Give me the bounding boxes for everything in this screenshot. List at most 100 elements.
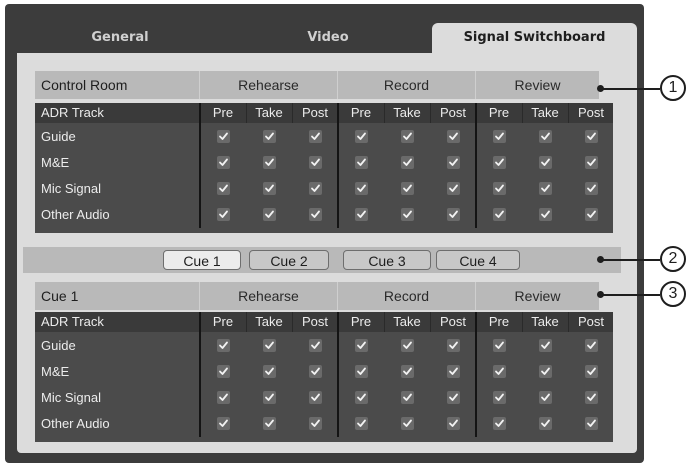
routing-checkbox[interactable] — [539, 339, 552, 352]
routing-checkbox[interactable] — [493, 391, 506, 404]
routing-checkbox[interactable] — [263, 365, 276, 378]
routing-checkbox[interactable] — [355, 417, 368, 430]
cue-2-button[interactable]: Cue 2 — [249, 250, 329, 270]
routing-checkbox[interactable] — [217, 130, 230, 143]
routing-checkbox[interactable] — [217, 208, 230, 221]
routing-checkbox[interactable] — [309, 417, 322, 430]
routing-checkbox[interactable] — [447, 391, 460, 404]
routing-checkbox[interactable] — [585, 365, 598, 378]
checkmark-icon — [265, 367, 274, 375]
routing-checkbox[interactable] — [217, 391, 230, 404]
column-post-header: Post — [439, 105, 466, 120]
column-take-header: Take — [393, 314, 421, 329]
routing-checkbox[interactable] — [585, 182, 598, 195]
routing-checkbox[interactable] — [447, 156, 460, 169]
routing-checkbox[interactable] — [539, 182, 552, 195]
routing-checkbox[interactable] — [447, 365, 460, 378]
routing-checkbox[interactable] — [493, 130, 506, 143]
routing-checkbox[interactable] — [355, 156, 368, 169]
routing-checkbox[interactable] — [585, 208, 598, 221]
tab-general[interactable]: General — [25, 23, 215, 53]
routing-checkbox[interactable] — [263, 417, 276, 430]
routing-checkbox[interactable] — [309, 365, 322, 378]
routing-checkbox[interactable] — [263, 391, 276, 404]
routing-checkbox[interactable] — [447, 182, 460, 195]
routing-checkbox[interactable] — [263, 130, 276, 143]
callout-2-line — [600, 259, 660, 261]
routing-checkbox[interactable] — [355, 391, 368, 404]
routing-checkbox[interactable] — [401, 391, 414, 404]
routing-checkbox[interactable] — [355, 130, 368, 143]
divider — [292, 103, 293, 123]
column-post-header: Post — [439, 314, 466, 329]
routing-checkbox[interactable] — [539, 365, 552, 378]
routing-checkbox[interactable] — [355, 208, 368, 221]
routing-checkbox[interactable] — [539, 208, 552, 221]
checkmark-icon — [403, 184, 412, 192]
routing-checkbox[interactable] — [217, 339, 230, 352]
routing-checkbox[interactable] — [585, 339, 598, 352]
routing-checkbox[interactable] — [309, 391, 322, 404]
routing-checkbox[interactable] — [401, 417, 414, 430]
routing-checkbox[interactable] — [217, 365, 230, 378]
routing-checkbox[interactable] — [585, 156, 598, 169]
routing-checkbox[interactable] — [493, 339, 506, 352]
checkmark-icon — [311, 132, 320, 140]
routing-checkbox[interactable] — [401, 365, 414, 378]
routing-checkbox[interactable] — [263, 182, 276, 195]
routing-checkbox[interactable] — [309, 339, 322, 352]
routing-checkbox[interactable] — [585, 417, 598, 430]
routing-checkbox[interactable] — [493, 182, 506, 195]
group-record-label: Record — [383, 77, 430, 93]
checkmark-icon — [449, 158, 458, 166]
routing-checkbox[interactable] — [263, 156, 276, 169]
tab-video[interactable]: Video — [233, 23, 423, 53]
routing-checkbox[interactable] — [401, 182, 414, 195]
routing-checkbox[interactable] — [401, 156, 414, 169]
routing-checkbox[interactable] — [263, 208, 276, 221]
routing-checkbox[interactable] — [355, 339, 368, 352]
routing-checkbox[interactable] — [309, 156, 322, 169]
routing-checkbox[interactable] — [447, 417, 460, 430]
cue-3-button[interactable]: Cue 3 — [343, 250, 431, 270]
routing-checkbox[interactable] — [217, 417, 230, 430]
cue-4-button[interactable]: Cue 4 — [436, 250, 520, 270]
routing-checkbox[interactable] — [309, 208, 322, 221]
routing-checkbox[interactable] — [539, 156, 552, 169]
routing-checkbox[interactable] — [309, 182, 322, 195]
routing-checkbox[interactable] — [585, 130, 598, 143]
routing-checkbox[interactable] — [493, 156, 506, 169]
section-title: Cue 1 — [41, 288, 79, 304]
tab-signal-switchboard[interactable]: Signal Switchboard — [432, 23, 637, 53]
divider — [199, 71, 200, 99]
column-post-header: Post — [301, 314, 328, 329]
divider — [522, 103, 523, 123]
cue-1-button[interactable]: Cue 1 — [163, 250, 241, 270]
routing-checkbox[interactable] — [539, 417, 552, 430]
routing-checkbox[interactable] — [217, 182, 230, 195]
routing-checkbox[interactable] — [539, 391, 552, 404]
routing-checkbox[interactable] — [447, 130, 460, 143]
routing-checkbox[interactable] — [493, 365, 506, 378]
routing-checkbox[interactable] — [355, 365, 368, 378]
checkmark-icon — [495, 341, 504, 349]
checkmark-icon — [495, 419, 504, 427]
routing-checkbox[interactable] — [447, 208, 460, 221]
checkmark-icon — [219, 132, 228, 140]
checkmark-icon — [357, 393, 366, 401]
routing-checkbox[interactable] — [263, 339, 276, 352]
routing-checkbox[interactable] — [539, 130, 552, 143]
divider — [522, 312, 523, 332]
routing-checkbox[interactable] — [401, 208, 414, 221]
routing-checkbox[interactable] — [493, 208, 506, 221]
routing-checkbox[interactable] — [585, 391, 598, 404]
routing-checkbox[interactable] — [447, 339, 460, 352]
checkmark-icon — [311, 210, 320, 218]
routing-checkbox[interactable] — [401, 130, 414, 143]
routing-checkbox[interactable] — [309, 130, 322, 143]
routing-checkbox[interactable] — [217, 156, 230, 169]
checkmark-icon — [357, 367, 366, 375]
routing-checkbox[interactable] — [401, 339, 414, 352]
routing-checkbox[interactable] — [493, 417, 506, 430]
routing-checkbox[interactable] — [355, 182, 368, 195]
